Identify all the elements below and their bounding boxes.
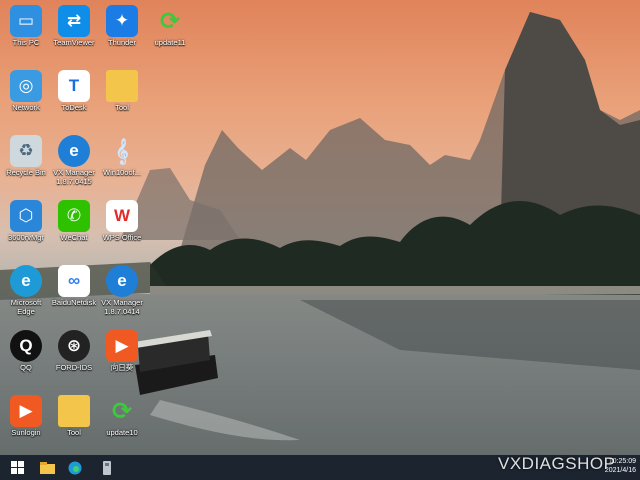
desktop-icon-update11[interactable]: ⟳ update11	[144, 2, 196, 64]
icon-label: 向日葵	[110, 363, 134, 372]
desktop-icon-tool[interactable]: Tool	[96, 67, 148, 129]
edge-icon: e	[10, 265, 42, 297]
sunlogin-icon: ▶	[10, 395, 42, 427]
desktop-icon-this-pc[interactable]: ▭ This PC	[0, 2, 52, 64]
icon-label: Tool	[115, 103, 129, 112]
icon-label: update11	[154, 38, 186, 47]
icon-label: WPS Office	[102, 233, 142, 242]
desktop-icon-vx-manager-0415[interactable]: e VX Manager 1.8.7.0415	[48, 132, 100, 194]
wechat-icon: ✆	[58, 200, 90, 232]
file-explorer-icon[interactable]	[36, 457, 58, 478]
desktop-icon-3600rvmgr[interactable]: ⬡ 3600rvMgr	[0, 197, 52, 259]
desktop-icon-vx-manager-0414[interactable]: e VX Manager 1.8.7.0414	[96, 262, 148, 324]
network-icon: ◎	[10, 70, 42, 102]
desktop-icon-wechat[interactable]: ✆ WeChat	[48, 197, 100, 259]
desktop-icon-xiangrikui[interactable]: ▶ 向日葵	[96, 327, 148, 389]
folder-icon	[58, 395, 90, 427]
tornado-icon: 𝄞	[115, 138, 129, 163]
desktop-wallpaper: ▭ This PC ◎ Network ♻ Recycle Bin ⬡ 3600…	[0, 0, 640, 455]
recycle-bin-icon: ♻	[10, 135, 42, 167]
icon-label: VX Manager 1.8.7.0414	[101, 298, 143, 316]
desktop-icon-sunlogin[interactable]: ▶ Sunlogin	[0, 392, 52, 454]
sunlogin-icon: ▶	[106, 330, 138, 362]
todesk-icon: T	[58, 70, 90, 102]
qq-penguin-icon: Q	[10, 330, 42, 362]
desktop-icon-qq[interactable]: Q QQ	[0, 327, 52, 389]
desktop-icon-teamviewer[interactable]: ⇄ TeamViewer	[48, 2, 100, 64]
ford-ids-icon: ⊛	[58, 330, 90, 362]
teamviewer-icon: ⇄	[58, 5, 90, 37]
watermark-text: VXDIAGSHOP	[498, 454, 616, 473]
folder-icon	[106, 70, 138, 102]
refresh-arrows-icon: ⟳	[111, 397, 133, 425]
desktop-icon-tool-2[interactable]: Tool	[48, 392, 100, 454]
baidunetdisk-icon: ∞	[58, 265, 90, 297]
desktop-icon-microsoft-edge[interactable]: e Microsoft Edge	[0, 262, 52, 324]
vx-manager-icon: e	[106, 265, 138, 297]
desktop-icon-wps-office[interactable]: W WPS Office	[96, 197, 148, 259]
refresh-arrows-icon: ⟳	[159, 7, 181, 35]
desktop-icon-todesk[interactable]: T ToDesk	[48, 67, 100, 129]
thunder-bird-icon: ✦	[106, 5, 138, 37]
vx-manager-icon: e	[58, 135, 90, 167]
icon-label: update10	[106, 428, 138, 437]
desktop-icon-win10[interactable]: 𝄞 Win10oof...	[96, 132, 148, 194]
windows-start-icon[interactable]	[6, 457, 28, 478]
edge-icon[interactable]	[64, 457, 86, 478]
desktop-icon-ford-ids[interactable]: ⊛ FORD-IDS	[48, 327, 100, 389]
desktop-icon-update10[interactable]: ⟳ update10	[96, 392, 148, 454]
desktop-icon-network[interactable]: ◎ Network	[0, 67, 52, 129]
3600rvmgr-icon: ⬡	[10, 200, 42, 232]
wps-office-icon: W	[106, 200, 138, 232]
icon-label: Win10oof...	[103, 168, 141, 177]
monitor-icon: ▭	[10, 5, 42, 37]
usb-drive-icon[interactable]	[96, 457, 118, 478]
desktop-icon-thunder[interactable]: ✦ Thunder	[96, 2, 148, 64]
